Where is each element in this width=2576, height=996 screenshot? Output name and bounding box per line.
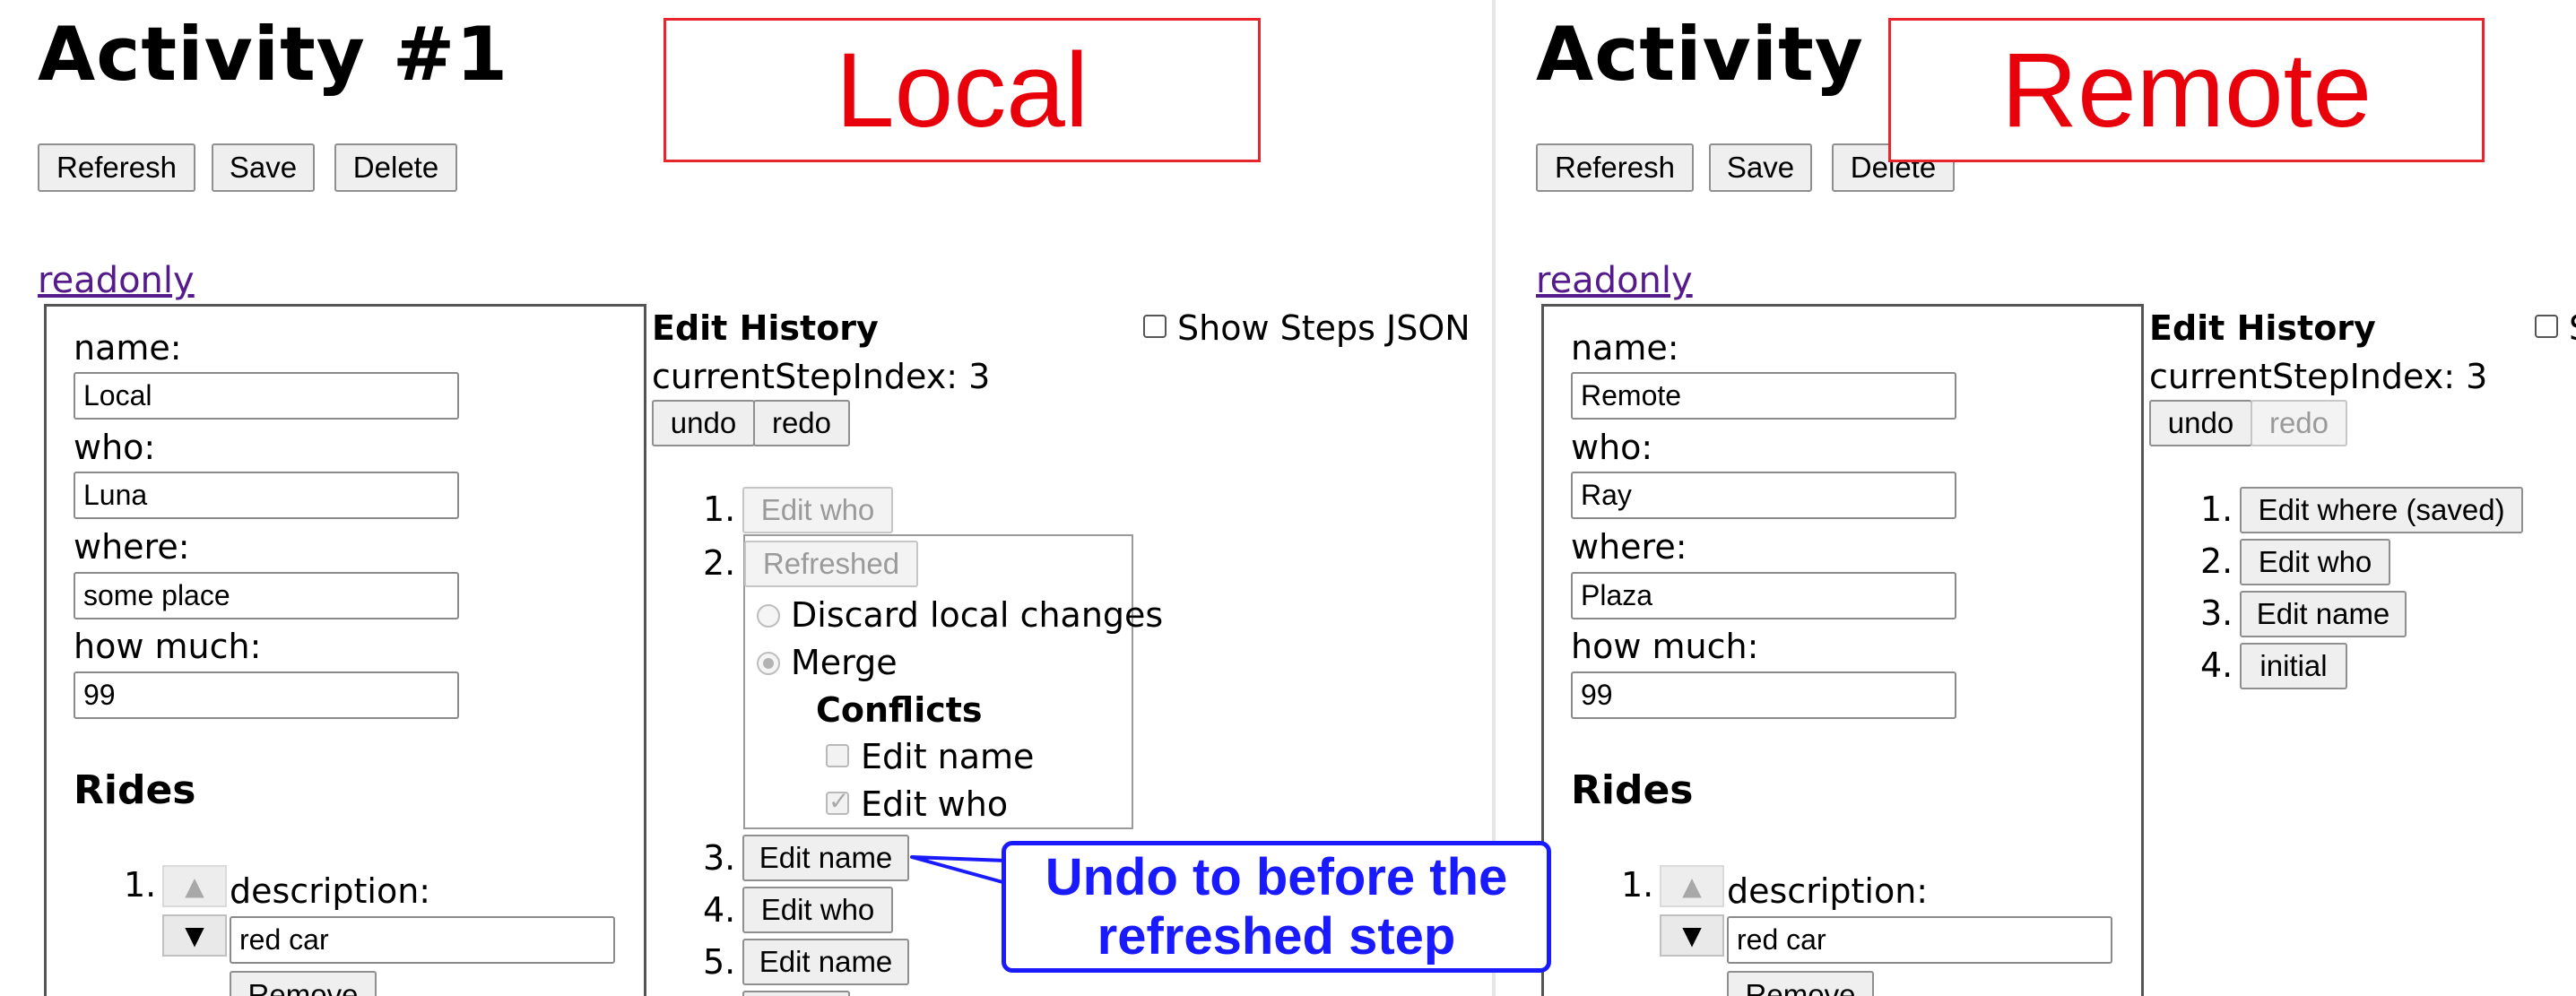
callout-annotation: Undo to before the refreshed step bbox=[1002, 841, 1551, 973]
callout-line-2: refreshed step bbox=[1097, 906, 1456, 966]
callout-line-1: Undo to before the bbox=[1045, 847, 1508, 906]
